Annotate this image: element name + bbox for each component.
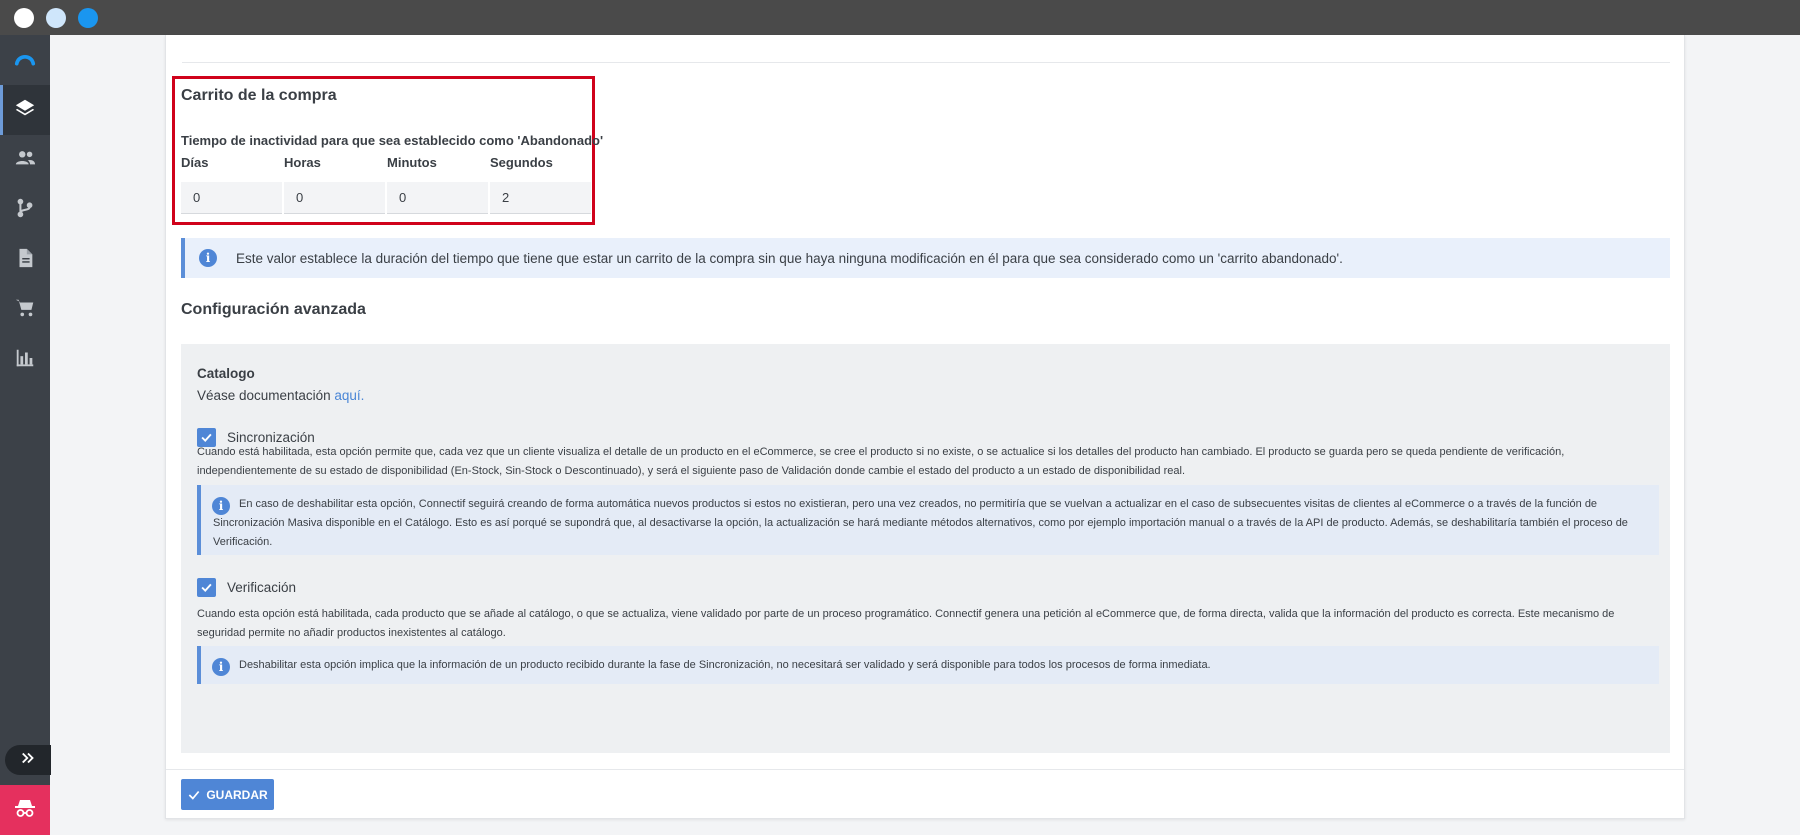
cart-info-banner: i Este valor establece la duración del t…	[181, 238, 1670, 278]
cart-section-title: Carrito de la compra	[181, 87, 337, 104]
document-icon	[14, 247, 36, 274]
bar-chart-icon	[14, 347, 36, 374]
hours-label: Horas	[284, 155, 321, 170]
users-icon	[14, 147, 36, 174]
sync-info-text: En caso de deshabilitar esta opción, Con…	[213, 498, 1628, 548]
days-label: Días	[181, 155, 209, 170]
sidebar-item-store[interactable]	[0, 285, 50, 335]
save-button-label: GUARDAR	[206, 787, 268, 802]
verify-info-text: Deshabilitar esta opción implica que la …	[239, 659, 1211, 671]
settings-card: Carrito de la compra Tiempo de inactivid…	[165, 35, 1685, 819]
verify-label: Verificación	[227, 580, 297, 595]
documentation-link[interactable]: aquí.	[334, 388, 364, 403]
verify-checkbox[interactable]	[197, 578, 216, 597]
sidebar-item-catalog[interactable]	[0, 85, 50, 135]
seconds-input[interactable]	[490, 182, 591, 214]
divider	[166, 769, 1684, 770]
logo-icon[interactable]	[0, 35, 50, 85]
double-chevron-right-icon	[19, 749, 37, 772]
inactivity-label: Tiempo de inactividad para que sea estab…	[181, 133, 604, 148]
sidebar-item-content[interactable]	[0, 235, 50, 285]
verify-option: Verificación	[197, 578, 296, 597]
cart-icon	[14, 297, 36, 324]
window-close-dot[interactable]	[14, 8, 34, 28]
advanced-section-title: Configuración avanzada	[181, 301, 366, 318]
incognito-icon	[13, 796, 37, 825]
incognito-button[interactable]	[0, 785, 50, 835]
divider	[182, 62, 1670, 63]
verify-description: Cuando esta opción está habilitada, cada…	[197, 608, 1615, 639]
sidebar-item-reports[interactable]	[0, 335, 50, 385]
check-icon	[189, 790, 200, 800]
sync-description: Cuando está habilitada, esta opción perm…	[197, 446, 1565, 477]
window-maximize-dot[interactable]	[78, 8, 98, 28]
minutes-label: Minutos	[387, 155, 437, 170]
advanced-panel: Catalogo Véase documentación aquí. Sincr…	[181, 344, 1670, 753]
sync-info-box: i En caso de deshabilitar esta opción, C…	[197, 485, 1659, 555]
sidebar-item-workflows[interactable]	[0, 185, 50, 235]
days-input[interactable]	[181, 182, 282, 214]
cart-info-text: Este valor establece la duración del tie…	[236, 250, 1343, 266]
verify-info-box: i Deshabilitar esta opción implica que l…	[197, 646, 1659, 684]
sidebar	[0, 35, 51, 835]
window-titlebar	[0, 0, 1800, 35]
documentation-line: Véase documentación aquí.	[197, 388, 364, 403]
minutes-input[interactable]	[387, 182, 488, 214]
window-minimize-dot[interactable]	[46, 8, 66, 28]
catalog-title: Catalogo	[197, 366, 255, 381]
git-branch-icon	[14, 197, 36, 224]
hours-input[interactable]	[284, 182, 385, 214]
save-button[interactable]: GUARDAR	[181, 779, 274, 810]
documentation-prefix: Véase documentación	[197, 388, 335, 403]
sidebar-item-contacts[interactable]	[0, 135, 50, 185]
seconds-label: Segundos	[490, 155, 553, 170]
sidebar-expand-button[interactable]	[5, 745, 51, 775]
layers-icon	[14, 97, 36, 124]
info-icon: i	[199, 249, 217, 267]
